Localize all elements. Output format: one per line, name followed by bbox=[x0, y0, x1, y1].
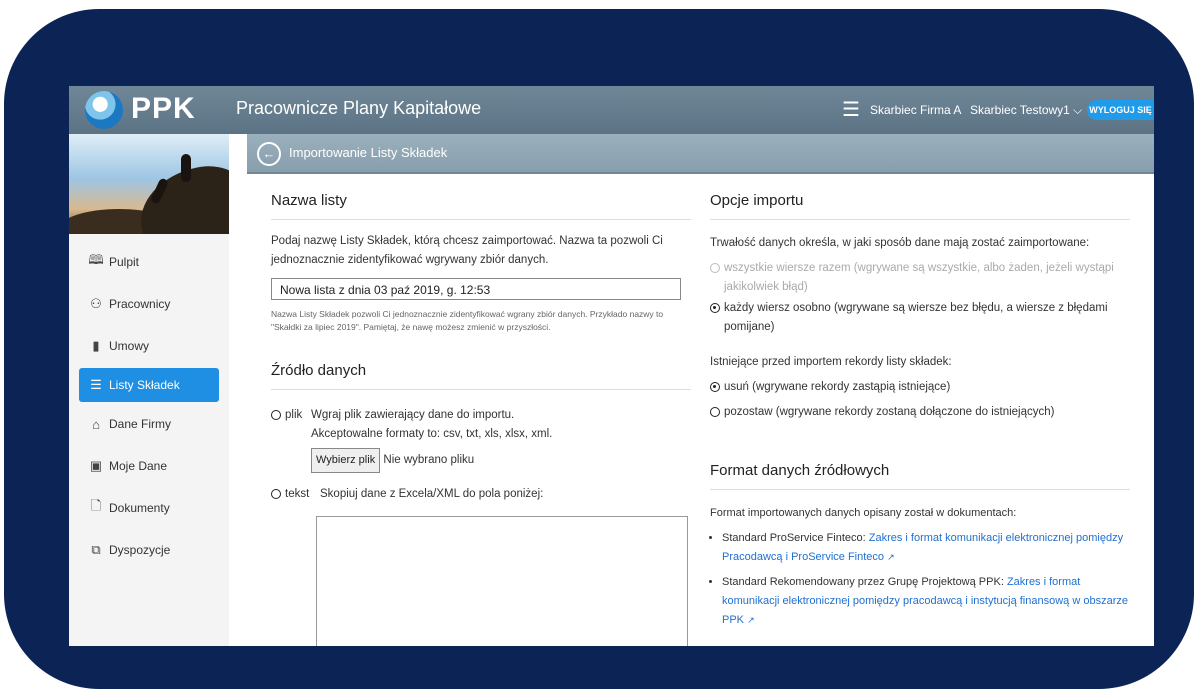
firm-selector[interactable]: Skarbiec Firma A bbox=[870, 103, 961, 117]
list-item: Standard ProService Finteco: Zakres i fo… bbox=[722, 529, 1130, 567]
main-content: ← Importowanie Listy Składek Nazwa listy… bbox=[229, 134, 1154, 646]
sidebar-item-label: Listy Składek bbox=[109, 378, 180, 392]
sidebar: 🕮 Pulpit ⚇ Pracownicy ▮ Umowy ☰ Listy Sk… bbox=[69, 134, 230, 646]
option-keep-label: pozostaw (wgrywane rekordy zostaną dołąc… bbox=[724, 406, 1055, 418]
app-window: PPK Pracownicze Plany Kapitałowe ☰ Skarb… bbox=[69, 86, 1154, 646]
format-doc-list: Standard ProService Finteco: Zakres i fo… bbox=[710, 529, 1130, 630]
climber-figure bbox=[181, 154, 191, 182]
list-item: Standard Rekomendowany przez Grupę Proje… bbox=[722, 573, 1130, 630]
sidebar-item-pulpit[interactable]: 🕮 Pulpit bbox=[79, 242, 219, 282]
app-title: Pracownicze Plany Kapitałowe bbox=[236, 98, 482, 118]
section-heading-nazwa: Nazwa listy bbox=[271, 192, 691, 220]
section-heading-format: Format danych źródłowych bbox=[710, 462, 1130, 490]
text-option-label: tekst bbox=[285, 488, 310, 500]
sidebar-nav: 🕮 Pulpit ⚇ Pracownicy ▮ Umowy ☰ Listy Sk… bbox=[69, 242, 229, 572]
existing-label: Istniejące przed importem rekordy listy … bbox=[710, 356, 952, 368]
sidebar-item-label: Pulpit bbox=[109, 255, 140, 269]
sidebar-item-dyspozycje[interactable]: ⧉ Dyspozycje bbox=[79, 530, 219, 570]
option-each-label: każdy wiersz osobno (wgrywane są wiersze… bbox=[724, 302, 1108, 333]
option-delete-label: usuń (wgrywane rekordy zastąpią istnieją… bbox=[724, 381, 951, 393]
files-icon: ▮ bbox=[92, 338, 100, 353]
documents-icon: ⧉ bbox=[91, 542, 101, 557]
ppk-logo[interactable]: PPK bbox=[85, 89, 225, 131]
doc1-prefix: Standard ProService Finteco: bbox=[722, 532, 869, 544]
logout-button[interactable]: WYLOGUJ SIĘ bbox=[1087, 100, 1154, 120]
sidebar-item-dokumenty[interactable]: 🗋 Dokumenty bbox=[79, 488, 219, 528]
sidebar-item-label: Dokumenty bbox=[109, 501, 170, 515]
sidebar-item-pracownicy[interactable]: ⚇ Pracownicy bbox=[79, 284, 219, 324]
rounded-frame: PPK Pracownicze Plany Kapitałowe ☰ Skarb… bbox=[4, 9, 1194, 689]
section-heading-zrodlo: Źródło danych bbox=[271, 362, 691, 390]
text-option: tekst Skopiuj dane z Excela/XML do pola … bbox=[271, 485, 691, 504]
keep-radio[interactable] bbox=[710, 407, 720, 417]
page-title: Importowanie Listy Składek bbox=[289, 145, 448, 160]
hamburger-icon[interactable]: ☰ bbox=[842, 97, 860, 122]
data-textarea[interactable] bbox=[316, 516, 688, 646]
hero-image bbox=[69, 134, 229, 234]
user-menu[interactable]: Skarbiec Testowy1 ⌵ bbox=[970, 103, 1082, 118]
section-heading-opcje: Opcje importu bbox=[710, 192, 1130, 220]
all-rows-radio[interactable] bbox=[710, 263, 720, 273]
doc2-prefix: Standard Rekomendowany przez Grupę Proje… bbox=[722, 576, 1007, 588]
delete-radio[interactable] bbox=[710, 382, 720, 392]
id-card-icon: ▣ bbox=[89, 458, 103, 473]
name-description: Podaj nazwę Listy Składek, którą chcesz … bbox=[271, 235, 663, 266]
text-radio[interactable] bbox=[271, 489, 281, 499]
no-file-text: Nie wybrano pliku bbox=[383, 454, 475, 466]
left-column: Nazwa listy Podaj nazwę Listy Składek, k… bbox=[271, 192, 691, 646]
top-bar: PPK Pracownicze Plany Kapitałowe ☰ Skarb… bbox=[69, 86, 1154, 134]
sidebar-item-label: Dane Firmy bbox=[109, 417, 172, 431]
options-description: Trwałość danych określa, w jaki sposób d… bbox=[710, 237, 1090, 249]
sidebar-item-listy-skladek[interactable]: ☰ Listy Składek bbox=[79, 368, 219, 402]
sidebar-item-umowy[interactable]: ▮ Umowy bbox=[79, 326, 219, 366]
file-option-label: plik bbox=[285, 409, 303, 421]
sidebar-item-label: Moje Dane bbox=[109, 459, 168, 473]
file-radio[interactable] bbox=[271, 410, 281, 420]
format-description: Format importowanych danych opisany zost… bbox=[710, 507, 1017, 519]
document-icon: 🗋 bbox=[90, 498, 102, 513]
each-row-radio[interactable] bbox=[710, 303, 720, 313]
right-column: Opcje importu Trwałość danych określa, w… bbox=[710, 192, 1130, 636]
book-icon: 🕮 bbox=[88, 252, 104, 267]
external-link-icon: ↗ bbox=[747, 615, 755, 625]
external-link-icon: ↗ bbox=[887, 552, 895, 562]
choose-file-button[interactable]: Wybierz plik bbox=[311, 448, 381, 473]
users-icon: ⚇ bbox=[90, 296, 102, 311]
file-line2: Akceptowalne formaty to: csv, txt, xls, … bbox=[311, 428, 553, 440]
file-line1: Wgraj plik zawierający dane do importu. bbox=[311, 409, 515, 421]
name-hint: Nazwa Listy Składek pozwoli Ci jednoznac… bbox=[271, 309, 664, 332]
option-each-row: każdy wiersz osobno (wgrywane są wiersze… bbox=[710, 299, 1130, 337]
logo-text: PPK bbox=[131, 92, 196, 125]
text-instruction: Skopiuj dane z Excela/XML do pola poniże… bbox=[320, 488, 544, 500]
list-icon: ☰ bbox=[90, 377, 102, 392]
option-delete: usuń (wgrywane rekordy zastąpią istnieją… bbox=[710, 378, 1130, 397]
sidebar-item-moje-dane[interactable]: ▣ Moje Dane bbox=[79, 446, 219, 486]
sidebar-item-dane-firmy[interactable]: ⌂ Dane Firmy bbox=[79, 404, 219, 444]
sidebar-item-label: Pracownicy bbox=[109, 297, 171, 311]
globe-icon bbox=[85, 91, 123, 129]
option-keep: pozostaw (wgrywane rekordy zostaną dołąc… bbox=[710, 403, 1130, 422]
page-header: ← Importowanie Listy Składek bbox=[247, 134, 1154, 174]
file-option: plik Wgraj plik zawierający dane do impo… bbox=[271, 406, 691, 473]
sidebar-item-label: Dyspozycje bbox=[109, 543, 171, 557]
option-all-label: wszystkie wiersze razem (wgrywane są wsz… bbox=[724, 262, 1114, 293]
back-arrow-icon[interactable]: ← bbox=[257, 142, 281, 166]
option-all-rows: wszystkie wiersze razem (wgrywane są wsz… bbox=[710, 259, 1130, 297]
home-icon: ⌂ bbox=[92, 416, 100, 432]
list-name-input[interactable]: Nowa lista z dnia 03 paź 2019, g. 12:53 bbox=[271, 278, 681, 300]
sidebar-item-label: Umowy bbox=[109, 339, 150, 353]
